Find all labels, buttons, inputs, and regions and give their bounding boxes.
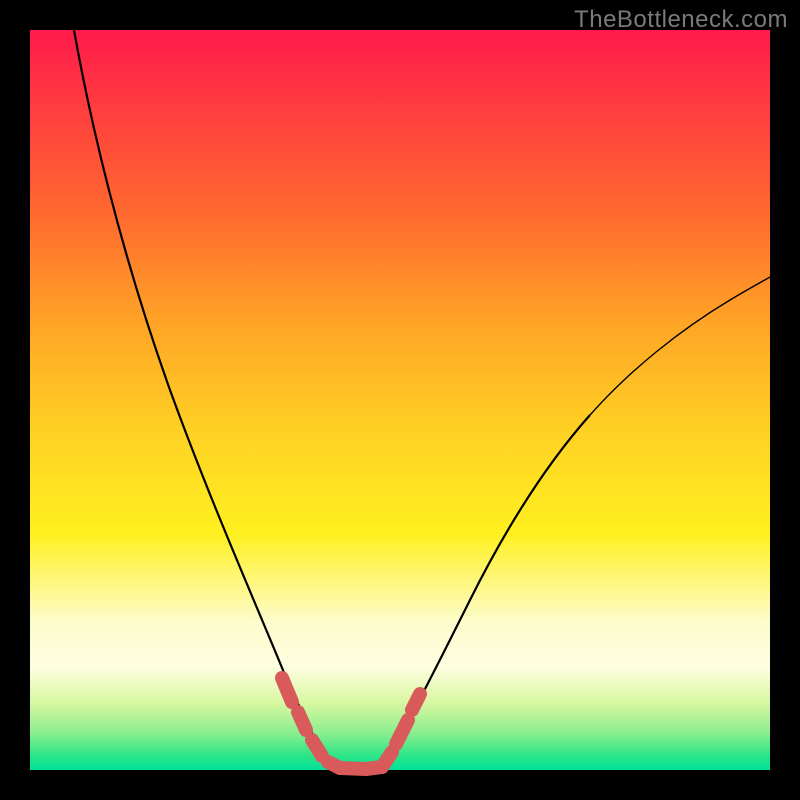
curve-left [74,30,330,767]
valley-marker-right [382,694,420,767]
chart-frame: TheBottleneck.com [0,0,800,800]
curve-right-upper [590,277,770,415]
chart-svg [30,30,770,770]
plot-area [30,30,770,770]
watermark-text: TheBottleneck.com [574,6,788,34]
valley-marker-left [282,678,340,768]
